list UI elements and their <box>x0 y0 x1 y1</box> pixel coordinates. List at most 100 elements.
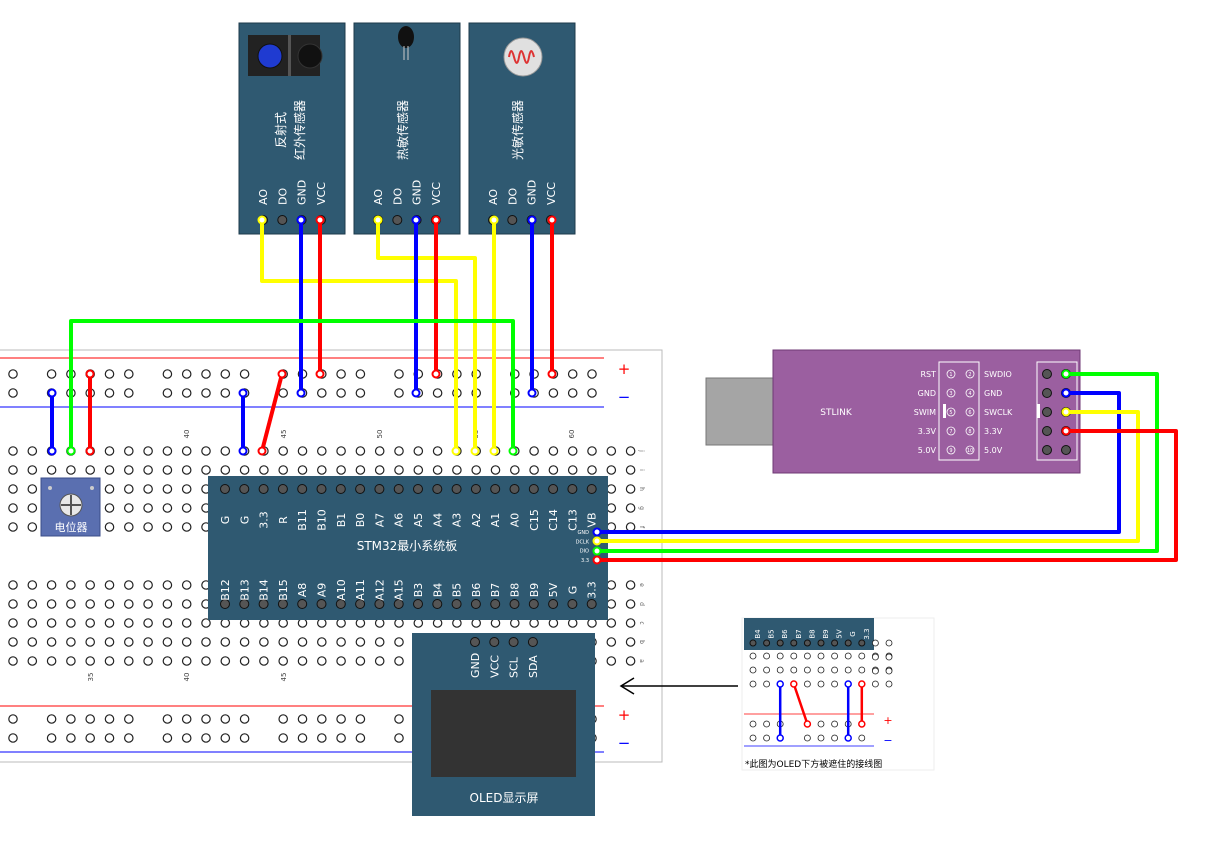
breadboard-hole <box>471 618 481 628</box>
stlink-pin-number: 5 <box>949 410 952 416</box>
breadboard-hole <box>355 465 366 475</box>
breadboard-hole <box>124 656 134 666</box>
breadboard-hole <box>8 522 18 532</box>
breadboard-hole <box>336 714 346 724</box>
stm32-top-pin-label: A2 <box>470 513 483 528</box>
breadboard-hole <box>46 637 57 647</box>
wire-end <box>47 388 57 398</box>
breadboard-hole <box>66 465 76 475</box>
inset-rail-hole <box>817 734 825 742</box>
stm32-bottom-pin <box>413 599 423 609</box>
breadboard-hole <box>394 714 404 724</box>
breadboard-hole <box>625 446 636 456</box>
breadboard-hole <box>278 446 288 456</box>
stlink-programmer: STLINK RST SWDIO 1 2 GND GND 3 4 SWIM SWCLK 5 6 3.3V… <box>705 349 1081 474</box>
wire-end <box>411 215 421 225</box>
stm32-bottom-pin-label: B9 <box>528 583 541 598</box>
breadboard-hole <box>104 369 115 379</box>
wire-end <box>315 369 325 379</box>
stm32-top-pin <box>586 484 597 494</box>
stlink-pin-number: 2 <box>968 372 971 378</box>
breadboard-hole <box>46 618 57 628</box>
breadboard-hole <box>394 656 404 666</box>
breadboard-hole <box>548 446 559 456</box>
breadboard-hole <box>509 618 520 628</box>
breadboard-hole <box>220 733 231 743</box>
stm32-top-pin-label: A6 <box>393 513 406 528</box>
breadboard-hole <box>181 369 192 379</box>
breadboard-hole <box>394 733 404 743</box>
breadboard-hole <box>181 714 192 724</box>
stm32-bottom-pin-label: A15 <box>393 579 406 601</box>
oled-pin <box>489 637 500 647</box>
breadboard-hole <box>394 465 404 475</box>
breadboard-hole <box>297 656 308 666</box>
breadboard-hole <box>587 618 597 628</box>
stm32-swd-label: 3.3 <box>581 558 589 564</box>
breadboard-hole <box>46 733 57 743</box>
inset-pin <box>831 639 839 647</box>
stm32-top-pin-label: C15 <box>528 509 541 531</box>
inset-hole <box>790 666 798 674</box>
breadboard-hole <box>124 714 134 724</box>
breadboard-hole <box>66 733 76 743</box>
breadboard-hole <box>181 599 192 609</box>
breadboard-hole <box>8 733 18 743</box>
inset-hole <box>804 680 811 688</box>
breadboard-hole <box>8 714 18 724</box>
breadboard-hole <box>432 446 443 456</box>
breadboard-hole <box>548 618 559 628</box>
breadboard-hole <box>297 465 308 475</box>
inset-hole <box>749 680 757 688</box>
usb-plug <box>705 377 776 446</box>
inset-pin-label: G <box>849 631 857 636</box>
inset-hole <box>872 680 879 688</box>
stm32-bottom-pin-label: A12 <box>373 579 386 601</box>
breadboard-hole <box>239 733 250 743</box>
stm32-top-pin <box>393 484 404 494</box>
breadboard-hole <box>394 446 404 456</box>
breadboard-hole <box>46 656 57 666</box>
breadboard-hole <box>181 522 192 532</box>
breadboard-hole <box>278 618 288 628</box>
breadboard-hole <box>66 637 76 647</box>
stm32-top-pin <box>528 484 539 494</box>
stm32-bottom-pin-label: B12 <box>219 579 232 601</box>
breadboard-hole <box>220 618 231 628</box>
breadboard-hole <box>124 465 134 475</box>
thermistor-icon <box>398 26 414 48</box>
column-number-top: 60 <box>568 430 576 439</box>
inset-hole <box>831 666 838 674</box>
breadboard-hole <box>104 618 115 628</box>
inset-rail-hole <box>817 720 825 728</box>
stm32-bottom-pin-label: B15 <box>277 579 290 601</box>
breadboard-hole <box>606 599 617 609</box>
stm32-swd-label: DCLK <box>576 539 590 545</box>
bottom-plus-sign: + <box>618 706 631 724</box>
breadboard-hole <box>239 465 250 475</box>
row-letter-bottom: d <box>638 602 645 606</box>
stlink-header-notch <box>1037 404 1040 418</box>
wire-end <box>315 215 325 225</box>
stm32-bottom-pin <box>297 599 308 609</box>
sensor-pin-label: GND <box>296 180 309 205</box>
breadboard-hole <box>162 446 173 456</box>
stm32-top-pin <box>277 484 288 494</box>
inset-rail-hole <box>858 734 866 742</box>
wire-end <box>257 446 267 456</box>
breadboard-hole <box>27 503 38 513</box>
wire-end <box>527 215 537 225</box>
sensor-module-1: 反射式 红外传感器 AO DO GND VCC <box>238 22 346 235</box>
breadboard-hole <box>220 388 231 398</box>
stlink-pin-number: 1 <box>949 372 952 378</box>
breadboard-hole <box>27 656 38 666</box>
breadboard-hole <box>394 388 404 398</box>
breadboard-hole <box>27 446 38 456</box>
stm32-swd-label: GND <box>578 530 590 536</box>
stlink-right-label: GND <box>984 389 1002 398</box>
breadboard-hole <box>316 446 327 456</box>
breadboard-hole <box>66 580 76 590</box>
row-letter-bottom: e <box>638 583 645 587</box>
breadboard-hole <box>162 484 173 494</box>
inset-hole <box>885 680 893 688</box>
